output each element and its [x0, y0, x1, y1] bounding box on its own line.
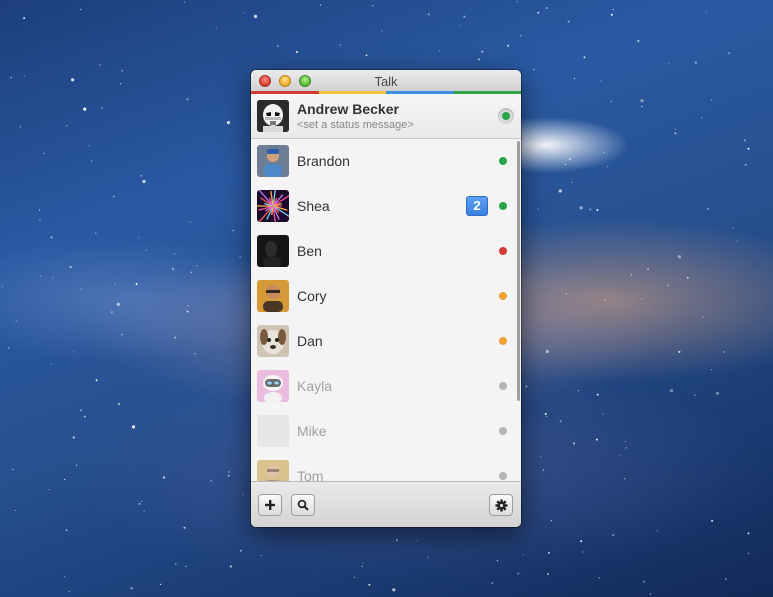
contact-name: Tom — [297, 468, 324, 481]
status-message-input[interactable]: <set a status message> — [297, 119, 414, 131]
my-name: Andrew Becker — [297, 101, 399, 117]
contact-name: Kayla — [297, 378, 333, 394]
contact-avatar — [257, 460, 289, 481]
presence-dot — [499, 337, 507, 345]
footer-toolbar — [251, 481, 521, 527]
robot-avatar-icon — [257, 370, 289, 402]
contact-name: Shea — [297, 198, 330, 214]
contact-avatar — [257, 280, 289, 312]
add-contact-button[interactable] — [258, 494, 282, 516]
contact-row[interactable]: Cory — [251, 274, 517, 320]
contact-row[interactable]: Kayla — [251, 364, 517, 410]
presence-dot — [499, 247, 507, 255]
contact-row[interactable]: Mike — [251, 409, 517, 455]
contact-avatar — [257, 145, 289, 177]
my-presence-selector[interactable] — [498, 108, 514, 124]
contact-name: Mike — [297, 423, 327, 439]
contact-avatar — [257, 235, 289, 267]
photo-avatar-icon — [257, 145, 289, 177]
photo-avatar-icon — [257, 460, 289, 481]
contact-name: Dan — [297, 333, 323, 349]
search-button[interactable] — [291, 494, 315, 516]
fireworks-avatar-icon — [257, 190, 289, 222]
gear-icon — [495, 499, 507, 511]
contact-name: Ben — [297, 243, 322, 259]
window-title: Talk — [374, 74, 398, 89]
scrollbar[interactable] — [517, 141, 520, 401]
contact-row[interactable]: Brandon — [251, 139, 517, 185]
presence-dot — [499, 382, 507, 390]
add-icon — [265, 500, 275, 510]
presence-dot — [499, 472, 507, 480]
my-profile[interactable]: Andrew Becker <set a status message> — [251, 94, 521, 139]
contact-name: Brandon — [297, 153, 350, 169]
stormtrooper-avatar-icon — [257, 100, 289, 132]
photo-avatar-icon — [257, 280, 289, 312]
dog-avatar-icon — [257, 325, 289, 357]
talk-window[interactable]: Talk Andrew Becker <set a status message… — [251, 70, 521, 527]
contact-avatar — [257, 415, 289, 447]
dark-photo-avatar-icon — [257, 235, 289, 267]
contact-avatar — [257, 325, 289, 357]
presence-dot — [499, 292, 507, 300]
title-bar[interactable]: Talk — [251, 70, 521, 92]
contact-row[interactable]: Tom — [251, 454, 517, 481]
search-icon — [297, 499, 309, 511]
contact-row[interactable]: Dan — [251, 319, 517, 365]
contact-list[interactable]: Brandon Shea 2 Ben Cory Dan Kayla Mike Tom — [251, 139, 521, 481]
my-avatar[interactable] — [257, 100, 289, 132]
unread-badge: 2 — [466, 196, 488, 216]
presence-dot — [499, 202, 507, 210]
settings-button[interactable] — [489, 494, 513, 516]
blank-avatar-icon — [257, 415, 289, 447]
presence-dot — [502, 112, 510, 120]
contact-row[interactable]: Shea 2 — [251, 184, 517, 230]
contact-name: Cory — [297, 288, 327, 304]
contact-row[interactable]: Ben — [251, 229, 517, 275]
contact-avatar — [257, 190, 289, 222]
presence-dot — [499, 157, 507, 165]
contact-avatar — [257, 370, 289, 402]
presence-dot — [499, 427, 507, 435]
